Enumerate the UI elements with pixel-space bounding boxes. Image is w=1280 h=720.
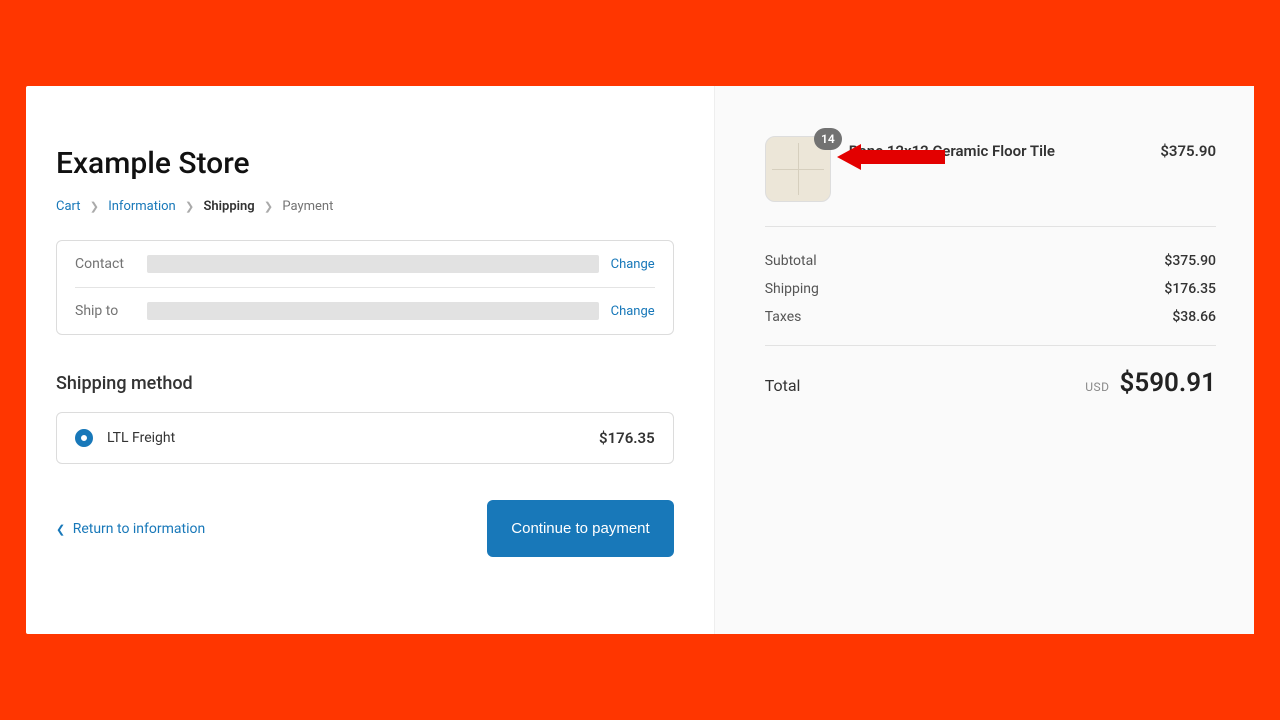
taxes-row: Taxes $38.66 — [765, 303, 1216, 331]
shipping-label: Shipping — [765, 281, 819, 297]
actions-row: ❮ Return to information Continue to paym… — [56, 500, 674, 557]
chevron-right-icon: ❯ — [90, 200, 99, 213]
breadcrumb-shipping: Shipping — [203, 199, 254, 214]
shipping-value: $176.35 — [1164, 281, 1216, 297]
shipping-option-name: LTL Freight — [107, 430, 599, 446]
return-link-label: Return to information — [73, 521, 206, 537]
total-row: Total USD $590.91 — [765, 345, 1216, 398]
return-link[interactable]: ❮ Return to information — [56, 521, 205, 537]
change-shipto-link[interactable]: Change — [611, 304, 655, 319]
radio-selected-icon[interactable] — [75, 429, 93, 447]
breadcrumb-information[interactable]: Information — [108, 199, 176, 214]
subtotal-row: Subtotal $375.90 — [765, 247, 1216, 275]
shipto-value-redacted — [147, 302, 599, 320]
breadcrumb-payment: Payment — [282, 199, 333, 214]
annotation-arrow-icon — [837, 144, 945, 170]
subtotal-value: $375.90 — [1164, 253, 1216, 269]
product-thumbnail: 14 — [765, 136, 831, 202]
breadcrumb-cart[interactable]: Cart — [56, 199, 81, 214]
chevron-right-icon: ❯ — [185, 200, 194, 213]
review-contact-row: Contact Change — [75, 241, 655, 287]
cart-item: 14 Bone 12x12 Ceramic Floor Tile $375.90 — [765, 136, 1216, 202]
shipto-label: Ship to — [75, 303, 147, 319]
taxes-value: $38.66 — [1172, 309, 1216, 325]
order-summary: 14 Bone 12x12 Ceramic Floor Tile $375.90… — [714, 86, 1254, 634]
breadcrumb: Cart ❯ Information ❯ Shipping ❯ Payment — [56, 199, 674, 214]
product-price: $375.90 — [1160, 142, 1216, 160]
chevron-left-icon: ❮ — [56, 523, 65, 536]
total-amount: $590.91 — [1120, 368, 1217, 398]
change-contact-link[interactable]: Change — [611, 257, 655, 272]
total-currency: USD — [1085, 380, 1109, 394]
summary-lines: Subtotal $375.90 Shipping $176.35 Taxes … — [765, 226, 1216, 398]
subtotal-label: Subtotal — [765, 253, 817, 269]
review-shipto-row: Ship to Change — [75, 287, 655, 334]
shipping-option[interactable]: LTL Freight $176.35 — [56, 412, 674, 464]
contact-value-redacted — [147, 255, 599, 273]
review-box: Contact Change Ship to Change — [56, 240, 674, 335]
checkout-main: Example Store Cart ❯ Information ❯ Shipp… — [26, 86, 714, 634]
continue-button[interactable]: Continue to payment — [487, 500, 673, 557]
chevron-right-icon: ❯ — [264, 200, 273, 213]
store-title: Example Store — [56, 146, 674, 181]
shipping-method-title: Shipping method — [56, 373, 674, 394]
total-label: Total — [765, 376, 801, 395]
taxes-label: Taxes — [765, 309, 802, 325]
checkout-window: Example Store Cart ❯ Information ❯ Shipp… — [26, 86, 1254, 634]
shipping-option-price: $176.35 — [599, 429, 655, 447]
shipping-row: Shipping $176.35 — [765, 275, 1216, 303]
contact-label: Contact — [75, 256, 147, 272]
